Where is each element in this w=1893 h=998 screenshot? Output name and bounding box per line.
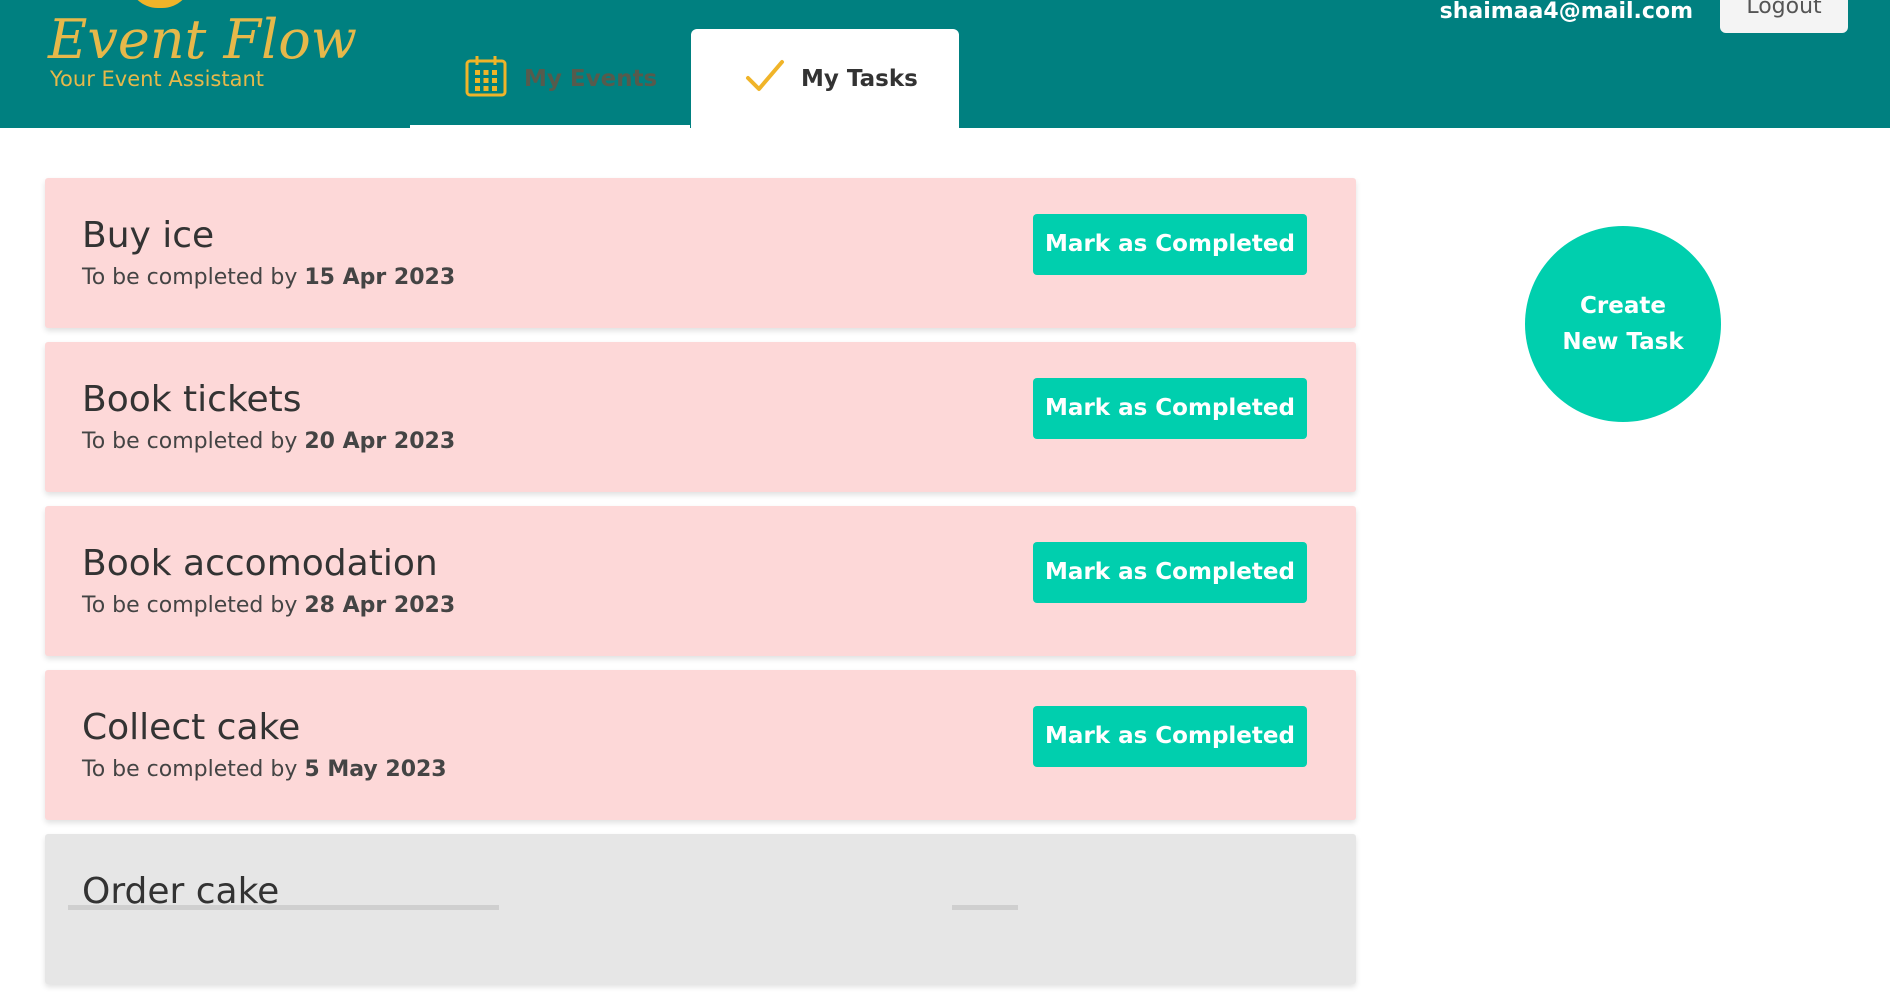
mark-completed-button[interactable]: Mark as Completed	[1033, 214, 1307, 275]
task-due-date: To be completed by 20 Apr 2023	[82, 428, 455, 456]
due-date-value: 5 May 2023	[304, 757, 447, 782]
task-title: Book accomodation	[82, 543, 438, 584]
create-task-line2: New Task	[1562, 329, 1684, 355]
due-date-value: 15 Apr 2023	[304, 265, 456, 290]
logo-tagline: Your Event Assistant	[50, 67, 265, 91]
tab-my-tasks-label: My Tasks	[801, 65, 918, 92]
tab-my-events-label: My Events	[524, 65, 658, 92]
due-prefix: To be completed by	[82, 593, 298, 618]
task-card: Book accomodation To be completed by 28 …	[45, 506, 1356, 656]
task-title: Collect cake	[82, 707, 301, 748]
due-date-value: 20 Apr 2023	[304, 429, 456, 454]
task-due-date: To be completed by 5 May 2023	[82, 756, 447, 784]
task-list: Buy ice To be completed by 15 Apr 2023 M…	[45, 178, 1356, 998]
mark-completed-button[interactable]: Mark as Completed	[1033, 542, 1307, 603]
tab-my-events[interactable]: My Events	[410, 29, 690, 128]
logout-button[interactable]: Logout	[1720, 0, 1848, 33]
create-task-line1: Create	[1580, 293, 1666, 319]
top-navigation-bar: Event Flow Your Event Assistant My Event…	[0, 0, 1890, 128]
due-prefix: To be completed by	[82, 429, 298, 454]
logo-title[interactable]: Event Flow	[48, 8, 357, 72]
tab-my-tasks[interactable]: My Tasks	[691, 29, 959, 128]
mark-completed-button[interactable]: Mark as Completed	[1033, 378, 1307, 439]
task-card: Collect cake To be completed by 5 May 20…	[45, 670, 1356, 820]
task-title: Book tickets	[82, 379, 302, 420]
scrollbar-thumb[interactable]	[952, 905, 1018, 910]
logo-sun-icon	[128, 0, 192, 8]
task-card: Book tickets To be completed by 20 Apr 2…	[45, 342, 1356, 492]
task-title: Buy ice	[82, 215, 215, 256]
checkmark-icon	[745, 58, 785, 100]
due-prefix: To be completed by	[82, 265, 298, 290]
user-email: shaimaa4@mail.com	[1439, 0, 1693, 24]
task-due-date: To be completed by 15 Apr 2023	[82, 264, 455, 292]
mark-completed-button[interactable]: Mark as Completed	[1033, 706, 1307, 767]
due-date-value: 28 Apr 2023	[304, 593, 456, 618]
task-card: Buy ice To be completed by 15 Apr 2023 M…	[45, 178, 1356, 328]
create-new-task-button[interactable]: Create New Task	[1525, 226, 1721, 422]
task-due-date: To be completed by 28 Apr 2023	[82, 592, 455, 620]
due-prefix: To be completed by	[82, 757, 298, 782]
calendar-icon	[464, 54, 508, 104]
horizontal-scrollbar[interactable]	[68, 905, 499, 910]
